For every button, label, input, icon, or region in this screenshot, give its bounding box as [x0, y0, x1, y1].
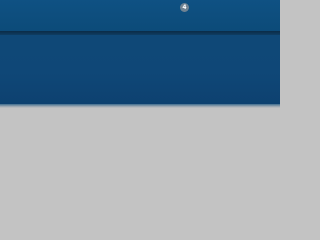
header-panel — [0, 35, 280, 104]
content-area — [0, 108, 280, 210]
notification-badge[interactable]: 4 — [180, 3, 189, 12]
top-bar: 4 — [0, 0, 280, 31]
